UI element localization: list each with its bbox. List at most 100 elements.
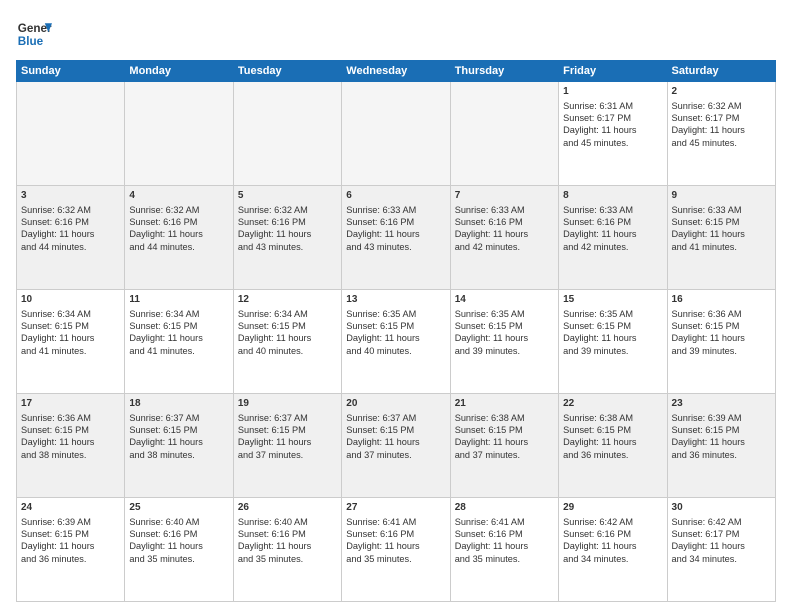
day-info: Sunrise: 6:35 AM	[346, 308, 445, 320]
day-info: Sunset: 6:15 PM	[21, 424, 120, 436]
day-info: and 45 minutes.	[563, 137, 662, 149]
day-info: Sunrise: 6:39 AM	[672, 412, 771, 424]
day-number: 9	[672, 189, 771, 203]
day-info: Sunrise: 6:33 AM	[563, 204, 662, 216]
day-number: 27	[346, 501, 445, 515]
day-info: Sunset: 6:17 PM	[563, 112, 662, 124]
day-info: and 35 minutes.	[346, 553, 445, 565]
calendar-day: 18Sunrise: 6:37 AMSunset: 6:15 PMDayligh…	[125, 394, 233, 498]
calendar-day: 2Sunrise: 6:32 AMSunset: 6:17 PMDaylight…	[667, 82, 775, 186]
day-info: and 39 minutes.	[563, 345, 662, 357]
day-number: 15	[563, 293, 662, 307]
calendar-empty	[17, 82, 125, 186]
day-info: Sunrise: 6:38 AM	[563, 412, 662, 424]
day-info: Sunset: 6:15 PM	[238, 320, 337, 332]
day-info: Daylight: 11 hours	[346, 332, 445, 344]
day-info: Sunset: 6:16 PM	[455, 216, 554, 228]
calendar-day: 7Sunrise: 6:33 AMSunset: 6:16 PMDaylight…	[450, 186, 558, 290]
day-info: Daylight: 11 hours	[238, 436, 337, 448]
day-info: Daylight: 11 hours	[346, 228, 445, 240]
day-info: Daylight: 11 hours	[672, 124, 771, 136]
day-info: Sunset: 6:17 PM	[672, 528, 771, 540]
day-info: Sunrise: 6:41 AM	[346, 516, 445, 528]
calendar-day: 15Sunrise: 6:35 AMSunset: 6:15 PMDayligh…	[559, 290, 667, 394]
calendar-day: 28Sunrise: 6:41 AMSunset: 6:16 PMDayligh…	[450, 498, 558, 602]
day-info: Sunrise: 6:34 AM	[21, 308, 120, 320]
day-info: and 43 minutes.	[238, 241, 337, 253]
calendar-empty	[125, 82, 233, 186]
calendar-day: 8Sunrise: 6:33 AMSunset: 6:16 PMDaylight…	[559, 186, 667, 290]
day-info: Daylight: 11 hours	[129, 332, 228, 344]
day-info: Daylight: 11 hours	[346, 436, 445, 448]
calendar-day: 21Sunrise: 6:38 AMSunset: 6:15 PMDayligh…	[450, 394, 558, 498]
day-info: Sunrise: 6:32 AM	[672, 100, 771, 112]
day-number: 26	[238, 501, 337, 515]
weekday-header: Thursday	[450, 61, 558, 82]
day-number: 12	[238, 293, 337, 307]
calendar-empty	[233, 82, 341, 186]
day-info: Sunset: 6:16 PM	[455, 528, 554, 540]
day-info: Sunrise: 6:34 AM	[238, 308, 337, 320]
day-info: Sunset: 6:17 PM	[672, 112, 771, 124]
day-info: and 36 minutes.	[21, 553, 120, 565]
page: General Blue SundayMondayTuesdayWednesda…	[0, 0, 792, 612]
day-info: Daylight: 11 hours	[455, 436, 554, 448]
calendar-week-row: 1Sunrise: 6:31 AMSunset: 6:17 PMDaylight…	[17, 82, 776, 186]
day-info: Sunrise: 6:41 AM	[455, 516, 554, 528]
day-info: Sunrise: 6:33 AM	[455, 204, 554, 216]
calendar-day: 22Sunrise: 6:38 AMSunset: 6:15 PMDayligh…	[559, 394, 667, 498]
day-number: 18	[129, 397, 228, 411]
calendar-day: 19Sunrise: 6:37 AMSunset: 6:15 PMDayligh…	[233, 394, 341, 498]
calendar-day: 12Sunrise: 6:34 AMSunset: 6:15 PMDayligh…	[233, 290, 341, 394]
calendar-day: 24Sunrise: 6:39 AMSunset: 6:15 PMDayligh…	[17, 498, 125, 602]
day-info: Daylight: 11 hours	[238, 228, 337, 240]
calendar-day: 5Sunrise: 6:32 AMSunset: 6:16 PMDaylight…	[233, 186, 341, 290]
calendar-day: 27Sunrise: 6:41 AMSunset: 6:16 PMDayligh…	[342, 498, 450, 602]
day-info: Sunset: 6:16 PM	[238, 528, 337, 540]
calendar-day: 9Sunrise: 6:33 AMSunset: 6:15 PMDaylight…	[667, 186, 775, 290]
day-info: Daylight: 11 hours	[129, 436, 228, 448]
calendar-day: 23Sunrise: 6:39 AMSunset: 6:15 PMDayligh…	[667, 394, 775, 498]
day-info: and 41 minutes.	[21, 345, 120, 357]
calendar-body: 1Sunrise: 6:31 AMSunset: 6:17 PMDaylight…	[17, 82, 776, 602]
weekday-header: Friday	[559, 61, 667, 82]
day-number: 10	[21, 293, 120, 307]
day-info: and 40 minutes.	[346, 345, 445, 357]
day-info: Sunset: 6:15 PM	[563, 320, 662, 332]
calendar-day: 17Sunrise: 6:36 AMSunset: 6:15 PMDayligh…	[17, 394, 125, 498]
day-info: Sunset: 6:15 PM	[129, 424, 228, 436]
day-info: Daylight: 11 hours	[21, 332, 120, 344]
day-number: 16	[672, 293, 771, 307]
day-info: and 39 minutes.	[672, 345, 771, 357]
day-info: Sunrise: 6:37 AM	[346, 412, 445, 424]
day-info: and 37 minutes.	[346, 449, 445, 461]
day-info: Sunset: 6:16 PM	[238, 216, 337, 228]
calendar-day: 10Sunrise: 6:34 AMSunset: 6:15 PMDayligh…	[17, 290, 125, 394]
day-info: Daylight: 11 hours	[672, 228, 771, 240]
day-info: and 38 minutes.	[21, 449, 120, 461]
day-info: Sunset: 6:15 PM	[346, 320, 445, 332]
day-info: Sunset: 6:15 PM	[455, 424, 554, 436]
day-info: Sunset: 6:16 PM	[563, 216, 662, 228]
day-number: 8	[563, 189, 662, 203]
calendar-day: 14Sunrise: 6:35 AMSunset: 6:15 PMDayligh…	[450, 290, 558, 394]
day-info: Sunset: 6:16 PM	[129, 216, 228, 228]
day-info: Daylight: 11 hours	[672, 436, 771, 448]
calendar-day: 25Sunrise: 6:40 AMSunset: 6:16 PMDayligh…	[125, 498, 233, 602]
day-number: 19	[238, 397, 337, 411]
day-info: and 41 minutes.	[672, 241, 771, 253]
calendar-week-row: 17Sunrise: 6:36 AMSunset: 6:15 PMDayligh…	[17, 394, 776, 498]
logo-icon: General Blue	[16, 16, 52, 52]
day-info: and 38 minutes.	[129, 449, 228, 461]
day-info: Sunrise: 6:36 AM	[21, 412, 120, 424]
day-info: Sunrise: 6:37 AM	[129, 412, 228, 424]
day-info: Daylight: 11 hours	[129, 228, 228, 240]
day-number: 6	[346, 189, 445, 203]
day-info: Sunrise: 6:35 AM	[563, 308, 662, 320]
calendar-day: 11Sunrise: 6:34 AMSunset: 6:15 PMDayligh…	[125, 290, 233, 394]
day-info: Sunrise: 6:40 AM	[129, 516, 228, 528]
calendar-empty	[342, 82, 450, 186]
day-number: 25	[129, 501, 228, 515]
day-info: Daylight: 11 hours	[21, 436, 120, 448]
header: General Blue	[16, 16, 776, 52]
